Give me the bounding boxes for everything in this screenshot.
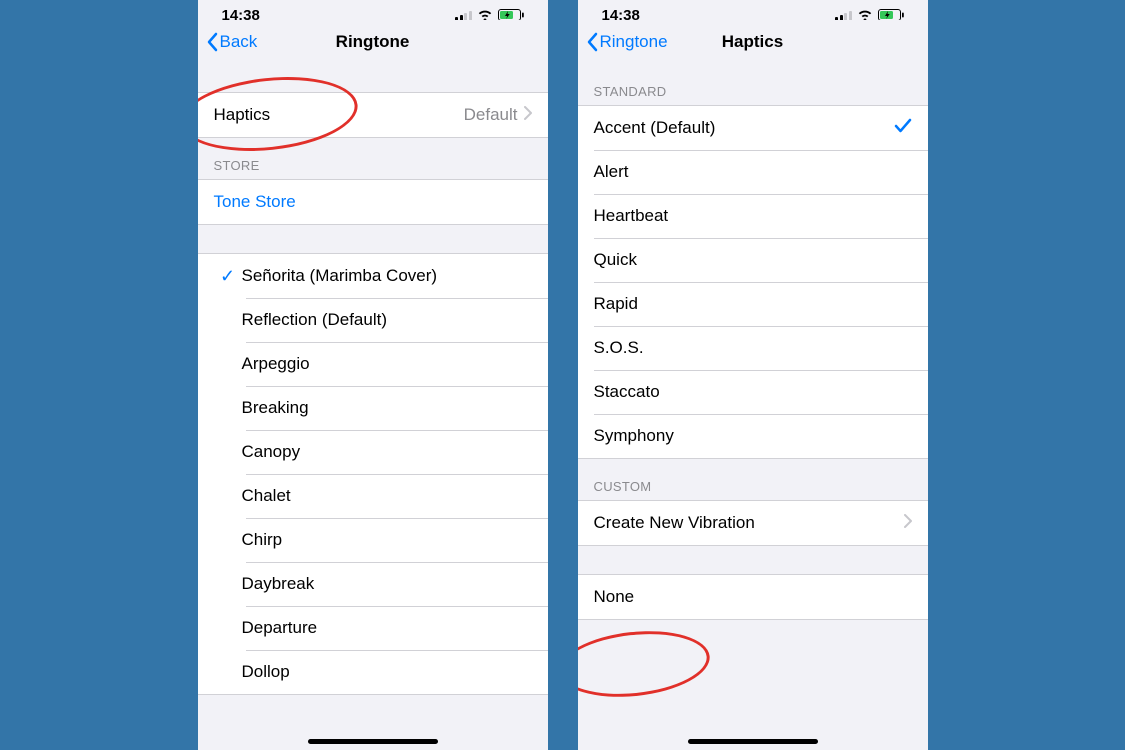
- none-row[interactable]: None: [578, 575, 928, 619]
- back-label: Ringtone: [600, 32, 668, 52]
- haptic-label: Rapid: [594, 294, 638, 314]
- haptic-item[interactable]: S.O.S.: [578, 326, 928, 370]
- back-button[interactable]: Ringtone: [578, 32, 668, 52]
- ringtone-label: Departure: [242, 618, 318, 638]
- ringtone-item[interactable]: Daybreak: [198, 562, 548, 606]
- annotation-circle: [578, 624, 713, 704]
- store-group: Tone Store: [198, 179, 548, 225]
- ringtone-label: Reflection (Default): [242, 310, 388, 330]
- haptic-item[interactable]: Staccato: [578, 370, 928, 414]
- haptic-label: Staccato: [594, 382, 660, 402]
- create-vibration-label: Create New Vibration: [594, 513, 755, 533]
- haptic-item-selected[interactable]: Accent (Default): [578, 106, 928, 150]
- haptic-label: S.O.S.: [594, 338, 644, 358]
- haptics-group: Haptics Default: [198, 92, 548, 138]
- create-new-vibration-row[interactable]: Create New Vibration: [578, 501, 928, 545]
- phone-right-haptics: 14:38 Ringtone Haptics STANDARD Accent (…: [578, 0, 928, 750]
- nav-bar: Back Ringtone: [198, 20, 548, 64]
- chevron-left-icon: [586, 32, 598, 52]
- ringtone-label: Chalet: [242, 486, 291, 506]
- home-indicator[interactable]: [688, 739, 818, 744]
- standard-group: Accent (Default) Alert Heartbeat Quick R…: [578, 105, 928, 459]
- custom-header: CUSTOM: [578, 459, 928, 500]
- ringtones-group: ✓ Señorita (Marimba Cover) Reflection (D…: [198, 253, 548, 695]
- ringtone-label: Chirp: [242, 530, 283, 550]
- back-button[interactable]: Back: [198, 32, 258, 52]
- ringtone-label: Breaking: [242, 398, 309, 418]
- haptics-value: Default: [464, 105, 518, 125]
- haptic-label: Heartbeat: [594, 206, 669, 226]
- ringtone-item[interactable]: Chirp: [198, 518, 548, 562]
- back-label: Back: [220, 32, 258, 52]
- ringtone-item-selected[interactable]: ✓ Señorita (Marimba Cover): [198, 254, 548, 298]
- ringtone-item[interactable]: Departure: [198, 606, 548, 650]
- ringtone-label: Señorita (Marimba Cover): [242, 266, 438, 286]
- checkmark-icon: [894, 117, 912, 140]
- tone-store-label: Tone Store: [214, 192, 296, 212]
- haptic-item[interactable]: Quick: [578, 238, 928, 282]
- ringtone-label: Canopy: [242, 442, 301, 462]
- ringtone-item[interactable]: Dollop: [198, 650, 548, 694]
- cellular-icon: [455, 10, 472, 21]
- none-label: None: [594, 587, 635, 607]
- ringtone-label: Dollop: [242, 662, 290, 682]
- chevron-right-icon: [904, 513, 912, 533]
- cellular-icon: [835, 10, 852, 21]
- checkmark-icon: ✓: [214, 266, 242, 287]
- ringtone-label: Daybreak: [242, 574, 315, 594]
- custom-group: Create New Vibration: [578, 500, 928, 546]
- haptic-label: Quick: [594, 250, 637, 270]
- haptic-item[interactable]: Heartbeat: [578, 194, 928, 238]
- ringtone-label: Arpeggio: [242, 354, 310, 374]
- home-indicator[interactable]: [308, 739, 438, 744]
- ringtone-item[interactable]: Canopy: [198, 430, 548, 474]
- haptics-row[interactable]: Haptics Default: [198, 93, 548, 137]
- haptic-item[interactable]: Symphony: [578, 414, 928, 458]
- ringtone-item[interactable]: Chalet: [198, 474, 548, 518]
- chevron-left-icon: [206, 32, 218, 52]
- ringtone-item[interactable]: Reflection (Default): [198, 298, 548, 342]
- haptic-item[interactable]: Rapid: [578, 282, 928, 326]
- store-header: STORE: [198, 138, 548, 179]
- status-bar: 14:38: [198, 0, 548, 20]
- phone-left-ringtone: 14:38 Back Ringtone Haptics Default STOR…: [198, 0, 548, 750]
- ringtone-item[interactable]: Arpeggio: [198, 342, 548, 386]
- haptic-label: Alert: [594, 162, 629, 182]
- status-bar: 14:38: [578, 0, 928, 20]
- haptic-item[interactable]: Alert: [578, 150, 928, 194]
- ringtone-item[interactable]: Breaking: [198, 386, 548, 430]
- tone-store-link[interactable]: Tone Store: [198, 180, 548, 224]
- haptics-label: Haptics: [214, 105, 271, 125]
- haptic-label: Accent (Default): [594, 118, 716, 138]
- standard-header: STANDARD: [578, 64, 928, 105]
- none-group: None: [578, 574, 928, 620]
- nav-bar: Ringtone Haptics: [578, 20, 928, 64]
- chevron-right-icon: [524, 105, 532, 125]
- haptic-label: Symphony: [594, 426, 674, 446]
